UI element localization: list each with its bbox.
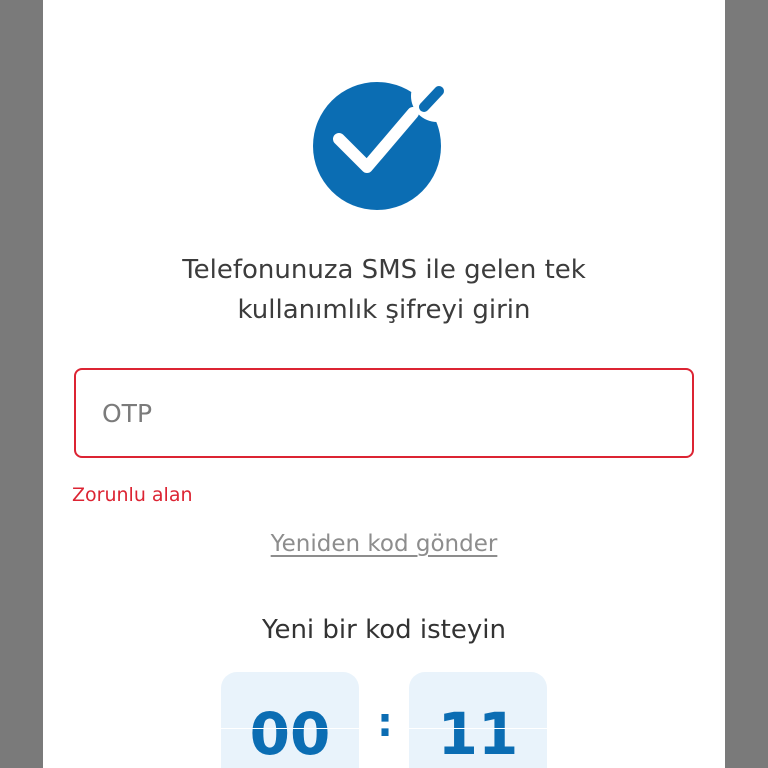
timer-divider xyxy=(221,728,359,729)
otp-sheet: Telefonunuza SMS ile gelen tek kullanıml… xyxy=(43,0,725,768)
countdown-minutes: 00 xyxy=(221,672,359,768)
otp-field[interactable] xyxy=(74,368,694,458)
countdown-title: Yeni bir kod isteyin xyxy=(262,615,506,645)
instructions-line-1: Telefonunuza SMS ile gelen tek xyxy=(182,255,586,285)
instructions-line-2: kullanımlık şifreyi girin xyxy=(237,295,531,325)
resend-code-link[interactable]: Yeniden kod gönder xyxy=(43,531,725,557)
countdown-minutes-value: 00 xyxy=(249,700,331,768)
checkmark-circle-icon xyxy=(313,75,461,210)
timer-divider xyxy=(409,728,547,729)
sheet-header-partial xyxy=(43,0,725,14)
countdown-seconds-value: 11 xyxy=(437,700,519,768)
countdown-seconds: 11 xyxy=(409,672,547,768)
otp-instructions: Telefonunuza SMS ile gelen tek kullanıml… xyxy=(103,250,665,330)
countdown-separator: : xyxy=(377,700,393,746)
required-field-error: Zorunlu alan xyxy=(72,484,193,506)
otp-input[interactable] xyxy=(76,370,692,456)
